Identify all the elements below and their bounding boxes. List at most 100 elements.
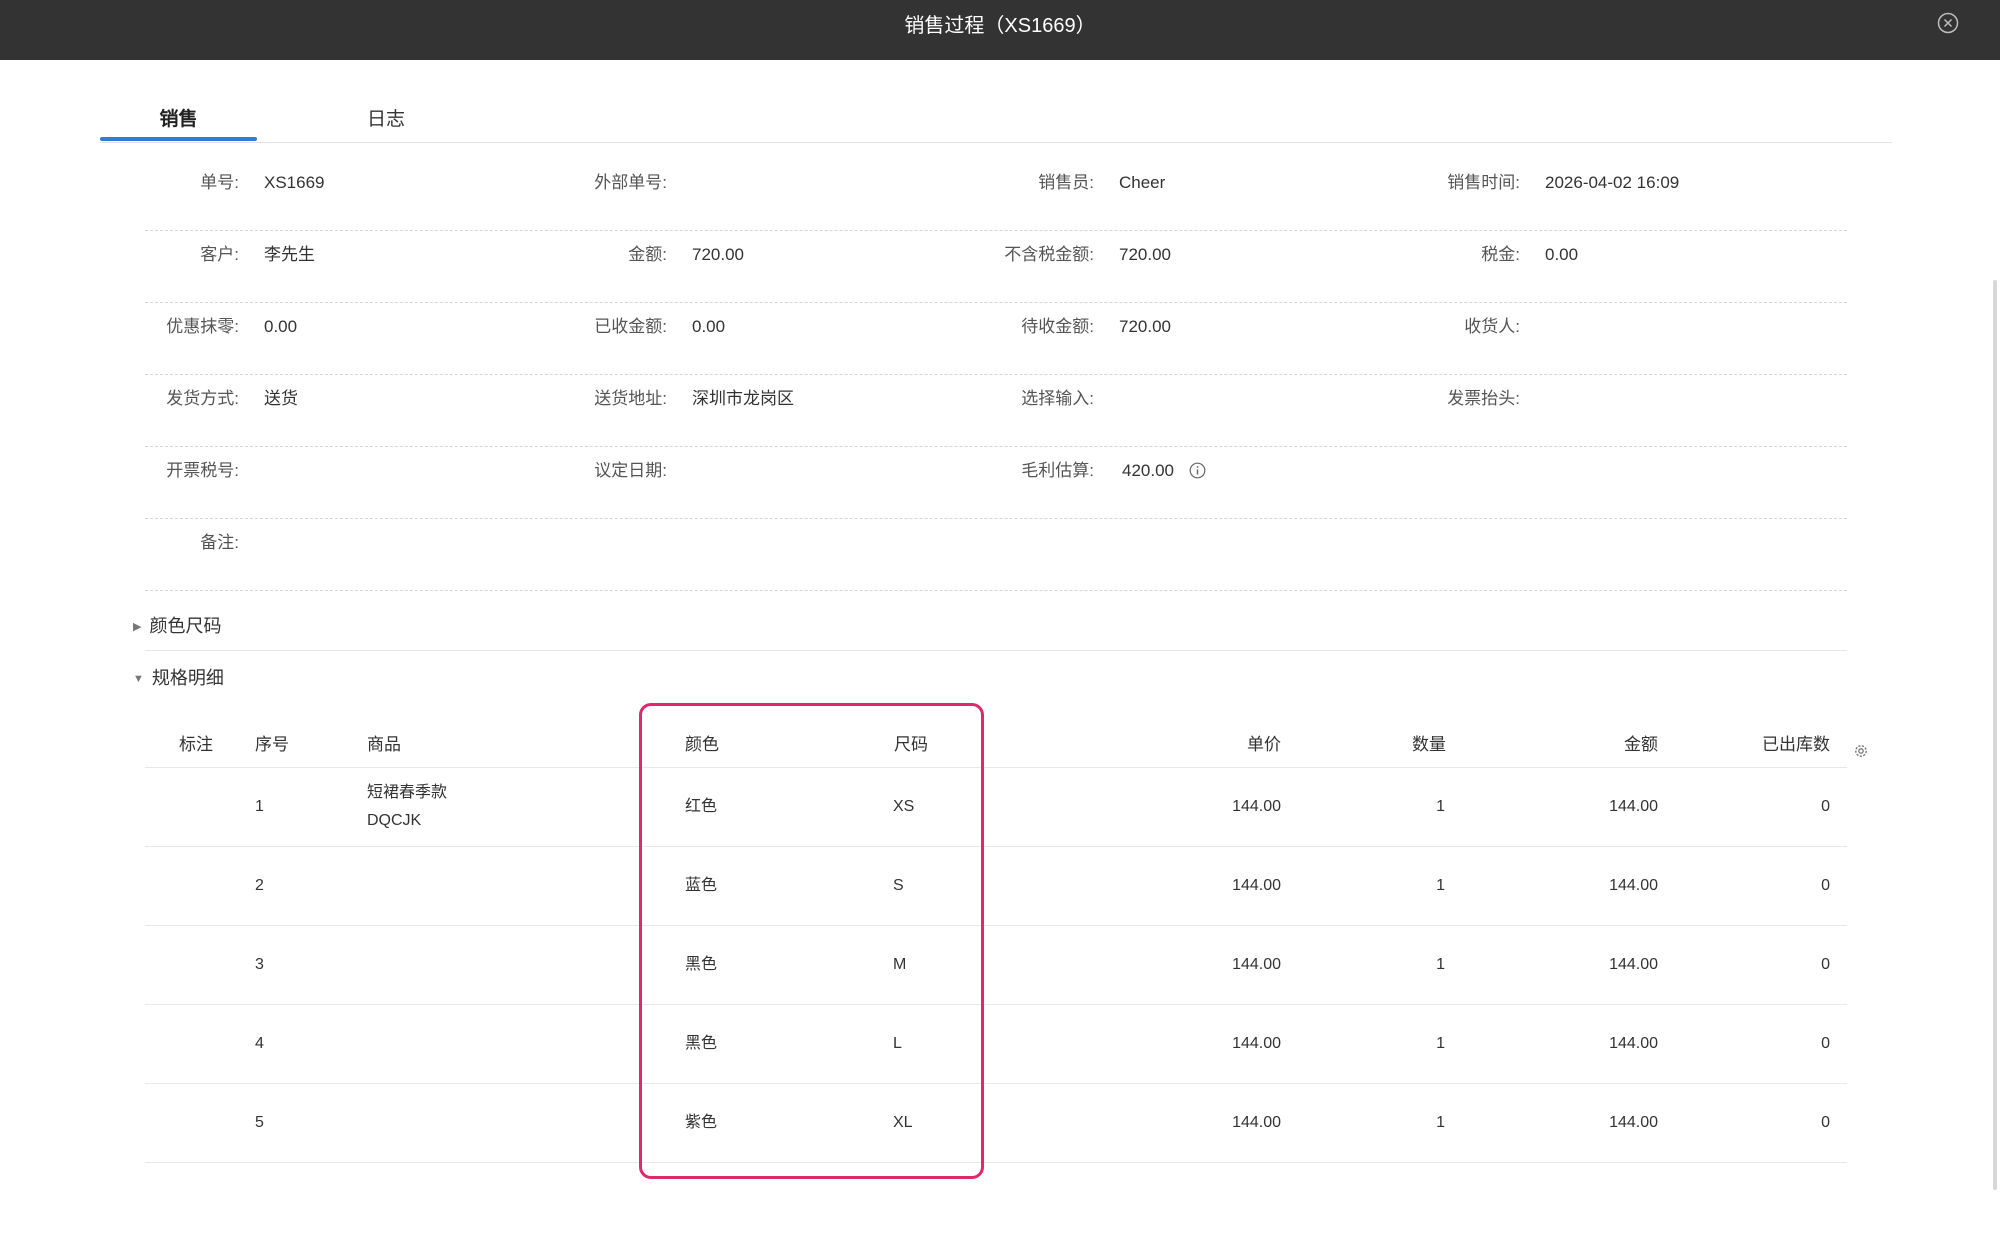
info-row-1: 单号: XS1669 外部单号: 销售员: Cheer 销售时间: 2026-0… (145, 158, 1847, 231)
active-tab-indicator (100, 137, 257, 141)
header-product: 商品 (367, 735, 401, 754)
header-shipped: 已出库数 (1762, 735, 1830, 754)
customer-value: 李先生 (264, 245, 315, 264)
customer-label: 客户: (200, 245, 239, 264)
row-size: L (893, 1035, 902, 1052)
pending-label: 待收金额: (1021, 317, 1094, 336)
table-row[interactable]: 5 紫色 XL 144.00 1 144.00 0 (145, 1084, 1847, 1163)
row-seq: 3 (255, 956, 264, 973)
header-unit-price: 单价 (1247, 735, 1281, 754)
row-seq: 5 (255, 1114, 264, 1131)
row-amount: 144.00 (1609, 877, 1658, 894)
row-qty: 1 (1436, 956, 1445, 973)
tab-log-label: 日志 (366, 109, 405, 130)
ship-method-value: 送货 (264, 389, 298, 408)
remark-label: 备注: (200, 533, 239, 552)
header-qty: 数量 (1412, 735, 1446, 754)
row-size: XS (893, 798, 915, 815)
ship-method-label: 发货方式: (166, 389, 239, 408)
agreed-date-label: 议定日期: (594, 461, 667, 480)
receiver-label: 收货人: (1464, 317, 1520, 336)
row-shipped: 0 (1821, 1114, 1830, 1131)
gear-icon[interactable] (1852, 742, 1870, 760)
received-label: 已收金额: (594, 317, 667, 336)
pending-value: 720.00 (1119, 317, 1171, 336)
gross-profit-label: 毛利估算: (1021, 461, 1094, 480)
sale-time-label: 销售时间: (1447, 173, 1520, 192)
row-amount: 144.00 (1609, 1035, 1658, 1052)
select-input-label: 选择输入: (1021, 389, 1094, 408)
row-unit-price: 144.00 (1232, 1114, 1281, 1131)
table-row[interactable]: 4 黑色 L 144.00 1 144.00 0 (145, 1005, 1847, 1084)
order-no-label: 单号: (200, 173, 239, 192)
section-spec-detail-label: 规格明细 (151, 668, 224, 688)
sale-time-value: 2026-04-02 16:09 (1545, 173, 1680, 192)
tab-sales[interactable]: 销售 (100, 96, 257, 141)
row-unit-price: 144.00 (1232, 798, 1281, 815)
row-amount: 144.00 (1609, 1114, 1658, 1131)
info-row-5: 开票税号: 议定日期: 毛利估算: 420.00 (145, 446, 1847, 519)
info-row-4: 发货方式: 送货 送货地址: 深圳市龙岗区 选择输入: 发票抬头: (145, 374, 1847, 447)
tab-bar: 销售 日志 (100, 96, 1892, 143)
row-size: XL (893, 1114, 913, 1131)
received-value: 0.00 (692, 317, 726, 336)
row-unit-price: 144.00 (1232, 877, 1281, 894)
amount-label: 金额: (628, 245, 667, 264)
table-row[interactable]: 3 黑色 M 144.00 1 144.00 0 (145, 926, 1847, 1005)
invoice-title-label: 发票抬头: (1447, 389, 1520, 408)
tab-log[interactable]: 日志 (336, 96, 436, 139)
row-qty: 1 (1436, 1035, 1445, 1052)
gross-profit-value: 420.00 (1122, 461, 1174, 480)
row-unit-price: 144.00 (1232, 956, 1281, 973)
section-color-size-label: 颜色尺码 (149, 616, 222, 636)
section-color-size[interactable]: ▶ 颜色尺码 (133, 612, 221, 638)
info-row-6: 备注: (145, 518, 1847, 591)
row-size: M (893, 956, 907, 973)
tax-label: 税金: (1481, 245, 1520, 264)
section-divider (145, 650, 1847, 651)
row-shipped: 0 (1821, 956, 1830, 973)
row-color: 紫色 (685, 1114, 718, 1131)
vertical-scrollbar[interactable] (1993, 280, 1997, 1190)
row-color: 黑色 (685, 1035, 718, 1052)
discount-value: 0.00 (264, 317, 298, 336)
caret-down-icon: ▼ (133, 673, 144, 685)
amount-ex-tax-label: 不含税金额: (1004, 245, 1094, 264)
table-row[interactable]: 1 短裙春季款 DQCJK 红色 XS 144.00 1 144.00 0 (145, 768, 1847, 847)
info-row-3: 优惠抹零: 0.00 已收金额: 0.00 待收金额: 720.00 收货人: (145, 302, 1847, 375)
amount-ex-tax-value: 720.00 (1119, 245, 1171, 264)
header-seq: 序号 (255, 735, 289, 754)
row-color: 黑色 (685, 956, 718, 973)
section-spec-detail[interactable]: ▼ 规格明细 (133, 664, 224, 690)
row-shipped: 0 (1821, 877, 1830, 894)
external-no-label: 外部单号: (594, 173, 667, 192)
row-qty: 1 (1436, 798, 1445, 815)
close-icon[interactable] (1937, 12, 1959, 34)
tab-sales-label: 销售 (159, 109, 198, 130)
header-color: 颜色 (685, 735, 719, 754)
salesperson-label: 销售员: (1038, 173, 1094, 192)
row-product-name: 短裙春季款 (367, 784, 448, 801)
header-amount: 金额 (1624, 735, 1658, 754)
salesperson-value: Cheer (1119, 173, 1166, 192)
header-mark: 标注 (179, 735, 213, 754)
header-size: 尺码 (894, 735, 928, 754)
row-color: 蓝色 (685, 877, 718, 894)
table-row[interactable]: 2 蓝色 S 144.00 1 144.00 0 (145, 847, 1847, 926)
info-icon[interactable] (1189, 462, 1206, 479)
title-bar: 销售过程（XS1669） (0, 0, 2000, 60)
ship-address-label: 送货地址: (594, 389, 667, 408)
row-amount: 144.00 (1609, 956, 1658, 973)
row-seq: 1 (255, 798, 264, 815)
row-qty: 1 (1436, 877, 1445, 894)
caret-right-icon: ▶ (133, 621, 142, 633)
row-qty: 1 (1436, 1114, 1445, 1131)
discount-label: 优惠抹零: (166, 317, 239, 336)
window-title: 销售过程（XS1669） (904, 15, 1096, 37)
row-shipped: 0 (1821, 798, 1830, 815)
ship-address-value: 深圳市龙岗区 (692, 389, 794, 408)
row-product-code: DQCJK (367, 812, 422, 829)
tax-value: 0.00 (1545, 245, 1579, 264)
amount-value: 720.00 (692, 245, 744, 264)
table-header: 标注 序号 商品 颜色 尺码 单价 数量 金额 已出库数 (145, 715, 1847, 768)
